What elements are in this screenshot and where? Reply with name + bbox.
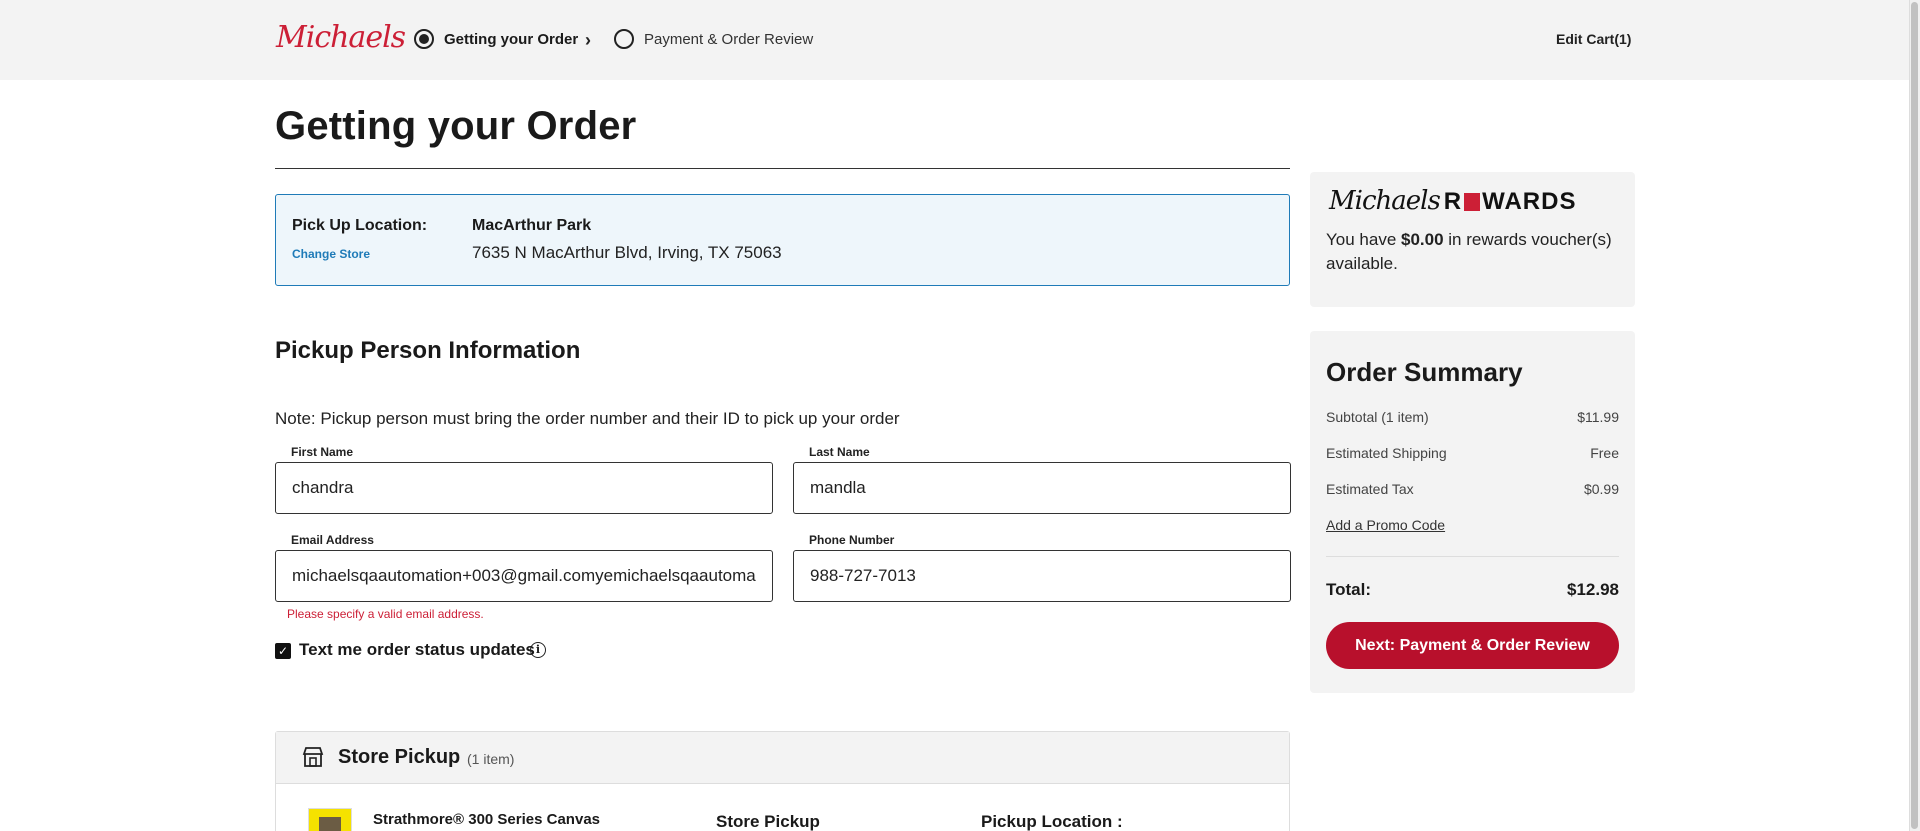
subtotal-row: Subtotal (1 item) $11.99: [1326, 409, 1619, 425]
order-summary-title: Order Summary: [1326, 357, 1523, 387]
checkout-header: Michaels Getting your Order › Payment & …: [0, 0, 1909, 80]
chevron-right-icon: ›: [585, 30, 591, 50]
phone-label: Phone Number: [809, 533, 895, 547]
product-thumbnail[interactable]: [308, 808, 352, 831]
step-payment-review: Payment & Order Review: [614, 29, 813, 49]
pickup-location-heading: Pickup Location :: [981, 812, 1123, 831]
email-label: Email Address: [291, 533, 374, 547]
add-promo-code-link[interactable]: Add a Promo Code: [1326, 517, 1445, 533]
store-pickup-title: Store Pickup: [338, 746, 461, 768]
tax-row: Estimated Tax $0.99: [1326, 481, 1619, 497]
fulfillment-type: Store Pickup: [716, 812, 820, 831]
info-icon[interactable]: i: [530, 642, 546, 658]
total-label: Total:: [1326, 580, 1372, 599]
divider: [1326, 556, 1619, 557]
rewards-logo-word: R WARDS: [1444, 188, 1577, 216]
store-icon: [302, 747, 324, 767]
first-name-field[interactable]: [275, 462, 773, 514]
rewards-card: Michaels R WARDS You have $0.00 in reward…: [1310, 172, 1635, 307]
first-name-label: First Name: [291, 445, 354, 459]
rewards-text-before: You have: [1326, 230, 1401, 249]
page-title: Getting your Order: [275, 104, 637, 148]
rewards-logo-script: Michaels: [1329, 186, 1441, 216]
store-pickup-header: Store Pickup (1 item): [276, 732, 1289, 784]
tax-value: $0.99: [1583, 481, 1619, 497]
sms-updates-checkbox[interactable]: ✓: [275, 643, 291, 659]
store-address: 7635 N MacArthur Blvd, Irving, TX 75063: [472, 243, 782, 262]
phone-field[interactable]: [793, 550, 1291, 602]
michaels-logo[interactable]: Michaels: [276, 20, 406, 55]
shipping-label: Estimated Shipping: [1326, 445, 1447, 461]
tax-label: Estimated Tax: [1326, 481, 1414, 497]
divider: [275, 168, 1290, 169]
order-summary: Order Summary Subtotal (1 item) $11.99 E…: [1310, 331, 1635, 693]
store-pickup-count: (1 item): [467, 751, 515, 767]
total-value: $12.98: [1567, 580, 1619, 599]
store-name: MacArthur Park: [472, 217, 592, 234]
edit-cart-link[interactable]: Edit Cart(1): [1556, 31, 1631, 47]
rewards-logo: Michaels R WARDS: [1329, 186, 1576, 216]
gift-icon: [1464, 193, 1481, 211]
step-label: Payment & Order Review: [644, 30, 814, 48]
total-row: Total: $12.98: [1326, 580, 1619, 600]
pickup-note: Note: Pickup person must bring the order…: [275, 409, 900, 428]
email-error-message: Please specify a valid email address.: [287, 607, 484, 621]
last-name-label: Last Name: [809, 445, 870, 459]
pickup-location-label: Pick Up Location:: [292, 217, 428, 234]
step-inactive-radio-icon: [614, 29, 634, 49]
subtotal-label: Subtotal (1 item): [1326, 409, 1429, 425]
rewards-logo-letter: R: [1443, 188, 1463, 215]
last-name-field[interactable]: [793, 462, 1291, 514]
subtotal-value: $11.99: [1577, 409, 1619, 425]
step-active-radio-icon: [414, 29, 434, 49]
step-getting-your-order: Getting your Order: [414, 29, 578, 49]
shipping-value: Free: [1590, 445, 1619, 461]
email-field[interactable]: [275, 550, 773, 602]
pickup-location-box: Pick Up Location: Change Store MacArthur…: [275, 194, 1290, 286]
shipping-row: Estimated Shipping Free: [1326, 445, 1619, 461]
scrollbar-thumb[interactable]: [1911, 2, 1918, 829]
store-pickup-panel: Store Pickup (1 item) Strathmore® 300 Se…: [275, 731, 1290, 831]
change-store-link[interactable]: Change Store: [292, 247, 370, 261]
next-payment-review-button[interactable]: Next: Payment & Order Review: [1326, 622, 1619, 669]
rewards-amount: $0.00: [1401, 230, 1444, 249]
pickup-person-title: Pickup Person Information: [275, 337, 581, 364]
sms-updates-label[interactable]: Text me order status updates: [299, 640, 535, 660]
product-name[interactable]: Strathmore® 300 Series Canvas: [373, 811, 600, 828]
step-label: Getting your Order: [444, 30, 579, 48]
rewards-logo-letters: WARDS: [1482, 188, 1577, 215]
rewards-balance-text: You have $0.00 in rewards voucher(s) ava…: [1326, 228, 1626, 276]
